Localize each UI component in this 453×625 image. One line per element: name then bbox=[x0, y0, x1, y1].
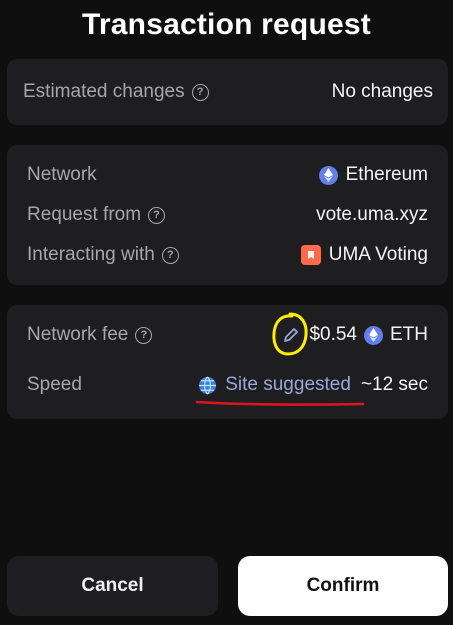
speed-time: ~12 sec bbox=[360, 374, 428, 395]
network-fee-amount: $0.54 bbox=[309, 324, 357, 345]
request-from-value: vote.uma.xyz bbox=[316, 204, 428, 225]
speed-source: Site suggested bbox=[225, 374, 351, 395]
red-annotation-underline bbox=[195, 400, 365, 406]
estimated-changes-label: Estimated changes bbox=[23, 81, 185, 102]
speed-label: Speed bbox=[27, 374, 82, 395]
details-card: Network Ethereum Request from ? vote.uma… bbox=[7, 145, 448, 285]
help-icon[interactable]: ? bbox=[161, 246, 179, 264]
network-fee-currency: ETH bbox=[390, 324, 428, 345]
edit-fee-button[interactable] bbox=[272, 312, 309, 356]
yellow-annotation-circle bbox=[272, 312, 309, 356]
speed-selector-button[interactable]: Site suggested bbox=[195, 374, 365, 406]
estimated-changes-label-group: Estimated changes ? bbox=[23, 81, 209, 103]
network-value-group: Ethereum bbox=[318, 164, 428, 186]
ethereum-icon bbox=[364, 325, 383, 345]
globe-icon bbox=[199, 376, 217, 394]
interacting-with-value-group: UMA Voting bbox=[300, 244, 428, 266]
network-value: Ethereum bbox=[345, 164, 428, 185]
network-label: Network bbox=[27, 164, 97, 185]
interacting-with-label-group: Interacting with ? bbox=[27, 244, 179, 266]
confirm-button[interactable]: Confirm bbox=[238, 556, 448, 616]
estimated-changes-card: Estimated changes ? No changes bbox=[7, 59, 448, 125]
network-fee-card: Network fee ? $0.54 ETH Speed Site sugge… bbox=[7, 305, 448, 419]
uma-icon bbox=[300, 245, 321, 265]
help-icon[interactable]: ? bbox=[135, 326, 153, 344]
request-from-label: Request from bbox=[27, 204, 142, 225]
estimated-changes-value: No changes bbox=[331, 81, 433, 102]
interacting-with-value: UMA Voting bbox=[328, 244, 428, 265]
cancel-button[interactable]: Cancel bbox=[7, 556, 218, 616]
interacting-with-label: Interacting with bbox=[27, 244, 155, 265]
speed-value-group: Site suggested ~12 sec bbox=[195, 374, 428, 406]
help-icon[interactable]: ? bbox=[191, 83, 209, 101]
network-fee-label: Network fee bbox=[27, 324, 129, 345]
transaction-request-page: Transaction request Estimated changes ? … bbox=[0, 0, 453, 625]
network-fee-value-group: $0.54 ETH bbox=[272, 312, 428, 356]
help-icon[interactable]: ? bbox=[148, 206, 166, 224]
network-fee-label-group: Network fee ? bbox=[27, 324, 153, 346]
page-title: Transaction request bbox=[82, 8, 371, 41]
ethereum-icon bbox=[318, 165, 338, 185]
request-from-label-group: Request from ? bbox=[27, 204, 166, 226]
